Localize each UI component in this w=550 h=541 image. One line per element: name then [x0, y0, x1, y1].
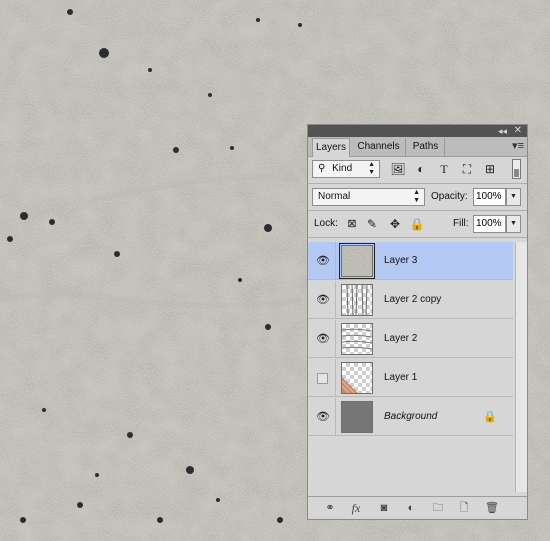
type-filter-icon[interactable]: T — [436, 161, 452, 177]
layers-scrollbar[interactable] — [515, 242, 527, 492]
fill-dropdown-arrow[interactable]: ▼ — [506, 215, 521, 233]
adjustment-filter-icon[interactable]: ◐ — [413, 161, 429, 177]
opacity-label: Opacity: — [431, 191, 468, 202]
shape-filter-icon[interactable]: ⛶ — [459, 161, 475, 177]
opacity-dropdown-arrow[interactable]: ▼ — [506, 188, 521, 206]
tab-paths[interactable]: Paths — [407, 138, 445, 156]
visibility-toggle[interactable]: 👁 — [308, 398, 336, 436]
panel-footer: ⚭ fx ◙ ◐ 🗀 🗋 🗑 — [308, 496, 527, 519]
blend-mode-dropdown[interactable]: Normal ▲ ▼ — [312, 188, 425, 206]
smart-object-filter-icon[interactable]: ⊞ — [482, 161, 498, 177]
panel-tabs: Layers Channels Paths ▾≡ — [308, 137, 527, 157]
separator — [308, 183, 527, 184]
layer-row[interactable]: Layer 1 — [308, 359, 513, 397]
layer-thumbnail — [341, 284, 373, 316]
dropdown-arrows-icon: ▲ ▼ — [413, 189, 420, 204]
eye-icon: 👁 — [316, 255, 330, 267]
layers-panel: ◂◂ ✕ Layers Channels Paths ▾≡ ⚲ Kind ▲ ▼ … — [307, 124, 528, 520]
layer-thumbnail — [339, 243, 375, 279]
layer-thumbnail — [341, 323, 373, 355]
collapse-panel-button[interactable]: ◂◂ — [498, 125, 507, 137]
separator — [308, 237, 527, 238]
layer-thumbnail — [341, 362, 373, 394]
visibility-toggle[interactable]: 👁 — [308, 242, 336, 280]
layer-row[interactable]: 👁 Layer 3 — [308, 242, 513, 280]
layers-list: 👁 Layer 3 👁 Layer 2 copy 👁 Layer 2 Layer… — [308, 242, 513, 437]
panel-titlebar[interactable]: ◂◂ ✕ — [308, 125, 527, 137]
link-layers-icon[interactable]: ⚭ — [322, 500, 338, 516]
filter-kind-label: Kind — [332, 163, 353, 174]
lock-transparent-pixels-icon[interactable]: ⊠ — [344, 216, 360, 232]
lock-position-icon[interactable]: ✥ — [387, 216, 403, 232]
blend-mode-value: Normal — [318, 191, 351, 202]
visibility-toggle[interactable] — [308, 359, 336, 397]
new-group-icon[interactable]: 🗀 — [430, 500, 446, 516]
search-icon: ⚲ — [318, 163, 326, 174]
layer-name[interactable]: Background — [384, 398, 437, 436]
trash-icon[interactable]: 🗑 — [484, 500, 500, 516]
layer-row[interactable]: 👁 Layer 2 — [308, 320, 513, 358]
lock-icon: 🔒 — [483, 411, 497, 423]
fill-input[interactable]: 100% — [473, 215, 506, 233]
layer-row[interactable]: 👁 Layer 2 copy — [308, 281, 513, 319]
fill-label: Fill: — [453, 218, 469, 229]
lock-label: Lock: — [314, 218, 338, 229]
new-layer-icon[interactable]: 🗋 — [456, 500, 472, 516]
visibility-off-box — [317, 373, 328, 384]
lock-image-pixels-icon[interactable]: ✎ — [364, 216, 380, 232]
adjustment-layer-icon[interactable]: ◐ — [403, 500, 419, 516]
visibility-toggle[interactable]: 👁 — [308, 320, 336, 358]
layer-mask-icon[interactable]: ◙ — [376, 500, 392, 516]
layer-name[interactable]: Layer 2 copy — [384, 281, 441, 319]
tab-channels[interactable]: Channels — [352, 138, 406, 156]
fx-icon[interactable]: fx — [348, 500, 364, 516]
filter-kind-dropdown[interactable]: ⚲ Kind ▲ ▼ — [312, 160, 380, 178]
layer-name[interactable]: Layer 3 — [384, 242, 417, 280]
filter-toggle-switch[interactable] — [512, 159, 521, 179]
pixel-filter-icon[interactable]: 🖼 — [390, 161, 406, 177]
separator — [308, 210, 527, 211]
eye-icon: 👁 — [316, 411, 330, 423]
opacity-input[interactable]: 100% — [473, 188, 506, 206]
tab-layers[interactable]: Layers — [312, 138, 350, 157]
layer-thumbnail — [341, 401, 373, 433]
layer-name[interactable]: Layer 1 — [384, 359, 417, 397]
lock-all-icon[interactable]: 🔒 — [409, 216, 425, 232]
layer-row[interactable]: 👁 Background 🔒 — [308, 398, 513, 436]
layer-name[interactable]: Layer 2 — [384, 320, 417, 358]
dropdown-arrows-icon: ▲ ▼ — [368, 161, 375, 176]
eye-icon: 👁 — [316, 333, 330, 345]
close-panel-button[interactable]: ✕ — [514, 125, 522, 137]
panel-menu-icon[interactable]: ▾≡ — [512, 140, 524, 152]
eye-icon: 👁 — [316, 294, 330, 306]
visibility-toggle[interactable]: 👁 — [308, 281, 336, 319]
